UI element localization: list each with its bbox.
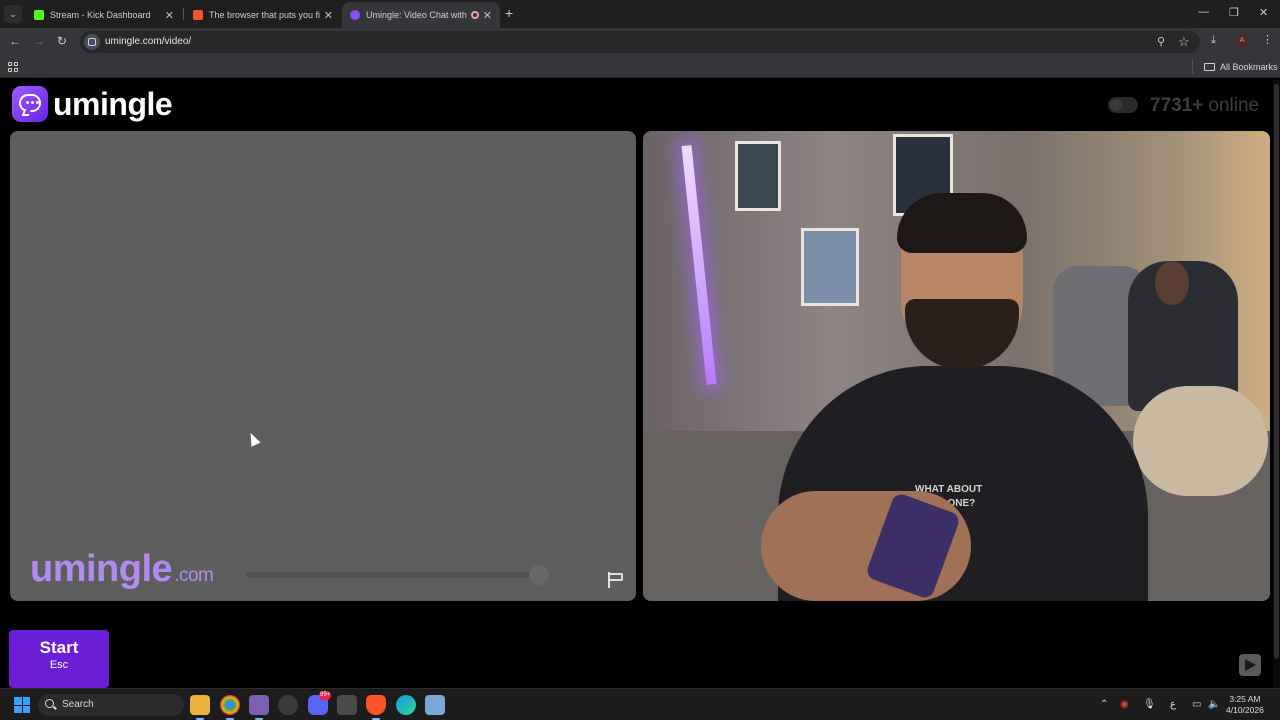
back-icon[interactable]: ← bbox=[9, 34, 21, 48]
restore-icon[interactable]: ❐ bbox=[1229, 6, 1239, 19]
tab-separator bbox=[183, 8, 184, 20]
bookmark-star-icon[interactable]: ☆ bbox=[1178, 34, 1190, 50]
clock-date: 4/10/2026 bbox=[1226, 705, 1264, 715]
taskbar-clock[interactable]: 3:25 AM 4/10/2026 bbox=[1226, 694, 1264, 716]
close-tab-icon[interactable]: ✕ bbox=[483, 9, 492, 22]
page-scrollbar[interactable] bbox=[1273, 80, 1280, 688]
address-bar[interactable]: umingle.com/video/ ⚲ ☆ bbox=[80, 31, 1200, 53]
bookmarks-separator bbox=[1192, 60, 1193, 74]
apps-grid-icon[interactable] bbox=[8, 62, 18, 72]
discord-icon[interactable]: 99+ bbox=[308, 691, 332, 715]
recording-icon bbox=[470, 11, 479, 19]
new-tab-icon[interactable]: + bbox=[505, 5, 513, 21]
site-logo-text[interactable]: umingle bbox=[53, 86, 173, 123]
obs-app-icon[interactable] bbox=[249, 695, 269, 720]
tab-brave[interactable]: The browser that puts you first ✕ bbox=[185, 2, 341, 28]
typing-dots bbox=[26, 101, 39, 104]
settings-cube-icon[interactable] bbox=[337, 695, 357, 715]
beanbag bbox=[1133, 386, 1268, 496]
purple-led-light bbox=[681, 145, 717, 385]
tab-search-chevron-icon[interactable]: ⌄ bbox=[4, 5, 22, 23]
notification-badge: 99+ bbox=[319, 691, 332, 700]
chat-bubble-shape bbox=[19, 94, 41, 112]
wall-poster bbox=[735, 141, 781, 211]
tab-umingle[interactable]: Umingle: Video Chat with Stra ✕ bbox=[342, 2, 500, 28]
close-tab-icon[interactable]: ✕ bbox=[165, 9, 174, 22]
menu-kebab-icon[interactable]: ⋮ bbox=[1262, 33, 1273, 46]
chat-message-input[interactable] bbox=[117, 630, 1267, 688]
tab-title: Stream - Kick Dashboard bbox=[50, 10, 151, 20]
minimize-icon[interactable]: — bbox=[1198, 6, 1209, 18]
watermark-suffix: .com bbox=[174, 565, 214, 586]
taskbar-search-box[interactable]: Search bbox=[38, 694, 184, 716]
input-language-icon[interactable]: ع bbox=[1170, 699, 1176, 710]
streamer-beard bbox=[905, 299, 1019, 369]
start-label: Start bbox=[39, 638, 79, 657]
volume-icon[interactable]: 🔈 bbox=[1208, 699, 1220, 710]
tray-overflow-icon[interactable]: ⌃ bbox=[1100, 699, 1108, 710]
chrome-icon[interactable] bbox=[220, 695, 240, 720]
self-webcam-video: WHAT ABOUTTHIS ONE? bbox=[643, 131, 1270, 601]
downloads-icon[interactable]: ⤓ bbox=[1211, 34, 1216, 47]
network-icon[interactable]: ▭ bbox=[1192, 699, 1201, 710]
theme-toggle[interactable] bbox=[1108, 97, 1138, 113]
stranger-video-panel: umingle .com bbox=[10, 131, 636, 601]
windows-taskbar: Search 99+ ⌃ ◉ 🎙 ع ▭ 🔈 3:25 AM 4/10/2026 bbox=[0, 688, 1280, 720]
microphone-icon[interactable]: 🎙 bbox=[1143, 699, 1156, 710]
brave-icon bbox=[193, 10, 203, 20]
streamer-hair bbox=[897, 193, 1027, 253]
umingle-page: umingle 7731+ online umingle .com WHAT ABO… bbox=[0, 80, 1280, 688]
volume-slider-track[interactable] bbox=[246, 572, 546, 578]
profile-avatar[interactable]: A bbox=[1235, 34, 1249, 48]
tab-title: Umingle: Video Chat with Stra bbox=[366, 10, 467, 20]
background-figure-head bbox=[1155, 261, 1189, 305]
wall-poster bbox=[801, 228, 859, 306]
kick-icon bbox=[34, 10, 44, 20]
edge-icon[interactable] bbox=[396, 695, 416, 715]
tab-strip: ⌄ Stream - Kick Dashboard ✕ The browser … bbox=[0, 0, 1280, 28]
snipping-tool-icon[interactable] bbox=[425, 695, 445, 715]
mouse-cursor-icon bbox=[246, 430, 261, 447]
reload-icon[interactable]: ↻ bbox=[57, 34, 67, 48]
close-window-icon[interactable]: ✕ bbox=[1259, 6, 1268, 19]
browser-toolbar: ← → ↻ umingle.com/video/ ⚲ ☆ ⤓ A ⋮ bbox=[0, 28, 1280, 56]
windows-start-icon[interactable] bbox=[14, 697, 30, 713]
file-explorer-icon[interactable] bbox=[190, 695, 210, 720]
forward-icon[interactable]: → bbox=[33, 34, 45, 48]
online-counter: 7731+ online bbox=[1150, 95, 1259, 117]
brave-icon[interactable] bbox=[366, 695, 386, 720]
url-text[interactable]: umingle.com/video/ bbox=[105, 36, 191, 47]
tab-kick-dashboard[interactable]: Stream - Kick Dashboard ✕ bbox=[26, 2, 182, 28]
bookmarks-bar: All Bookmarks bbox=[0, 56, 1280, 78]
send-message-icon[interactable] bbox=[1239, 654, 1261, 676]
search-label: Search bbox=[62, 699, 94, 710]
report-flag-icon[interactable] bbox=[608, 572, 624, 588]
clock-time: 3:25 AM bbox=[1229, 694, 1261, 704]
start-button[interactable]: Start Esc bbox=[9, 630, 109, 688]
online-label: online bbox=[1208, 95, 1260, 116]
all-bookmarks-link[interactable]: All Bookmarks bbox=[1220, 62, 1278, 72]
search-icon bbox=[45, 699, 54, 708]
umingle-watermark: umingle .com bbox=[30, 548, 214, 591]
watermark-main: umingle bbox=[30, 548, 173, 590]
folder-icon bbox=[1204, 63, 1215, 71]
start-shortcut: Esc bbox=[49, 659, 69, 671]
online-count: 7731+ bbox=[1150, 95, 1204, 116]
zoom-icon[interactable]: ⚲ bbox=[1157, 35, 1165, 48]
volume-slider-handle[interactable] bbox=[529, 565, 549, 585]
close-tab-icon[interactable]: ✕ bbox=[324, 9, 333, 22]
chat-bubble-logo-icon[interactable] bbox=[12, 86, 48, 122]
tab-title: The browser that puts you first bbox=[209, 10, 320, 20]
security-icon[interactable]: ◉ bbox=[1120, 699, 1129, 710]
umingle-icon bbox=[350, 10, 360, 20]
site-info-icon[interactable] bbox=[84, 34, 100, 50]
app-icon[interactable] bbox=[278, 695, 298, 715]
